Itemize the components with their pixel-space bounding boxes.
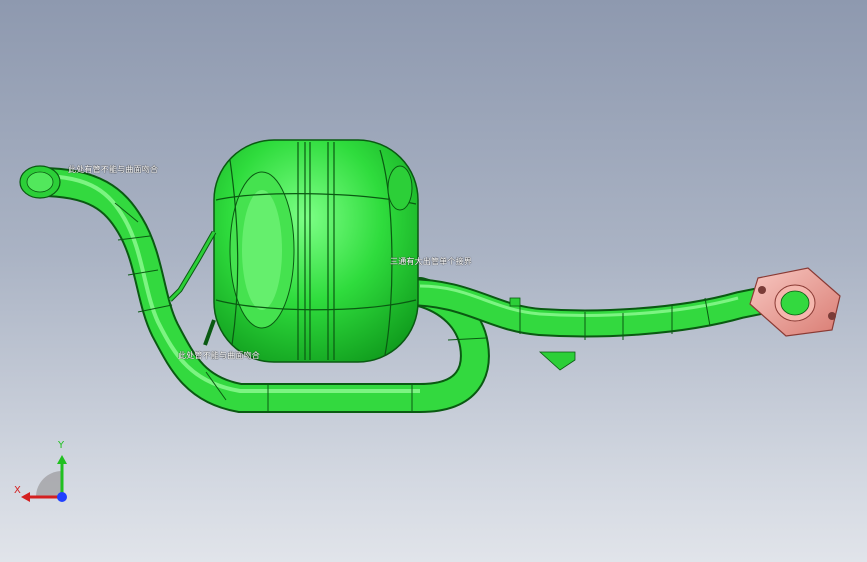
axis-triad: Y X <box>14 440 84 510</box>
axis-x-label: X <box>14 485 21 496</box>
muffler[interactable] <box>168 139 419 363</box>
outlet-flange[interactable] <box>749 267 841 337</box>
axis-y-label: Y <box>58 440 65 451</box>
exhaust-model[interactable] <box>0 0 867 562</box>
annotation-lower: 此处管不能与曲面吻合 <box>178 351 260 360</box>
annotation-inlet: 此处有管不能与曲面吻合 <box>68 165 159 174</box>
cad-viewport[interactable]: 此处有管不能与曲面吻合 此处管不能与曲面吻合 三通有大出管单个接界 Y X <box>0 0 867 562</box>
annotation-outlet: 三通有大出管单个接界 <box>390 257 472 266</box>
triad-graphic <box>21 455 67 502</box>
inlet-opening[interactable] <box>19 165 61 199</box>
